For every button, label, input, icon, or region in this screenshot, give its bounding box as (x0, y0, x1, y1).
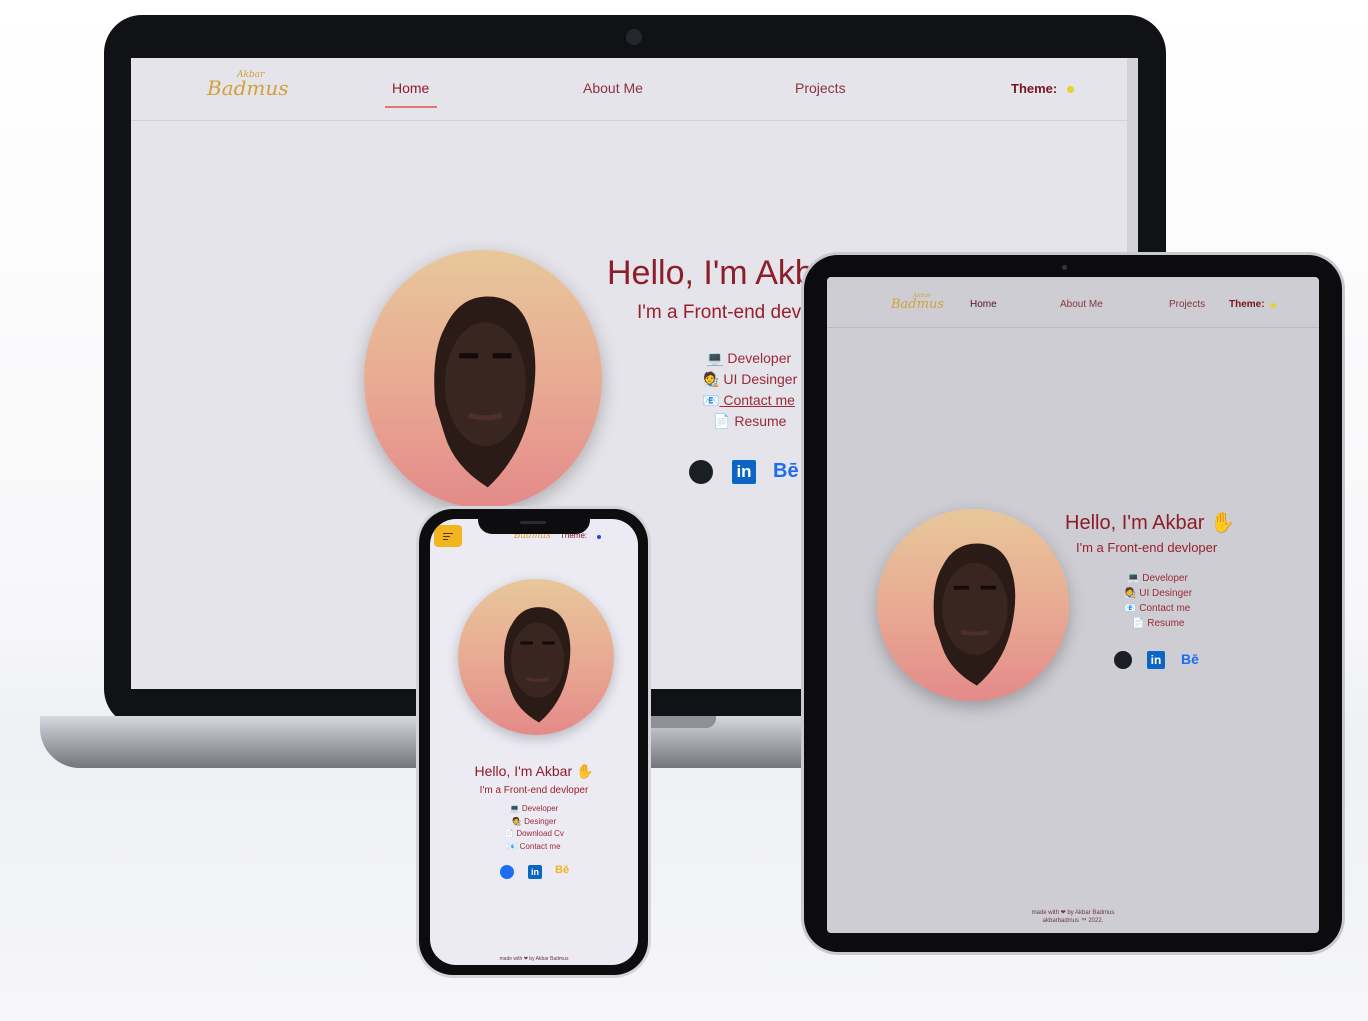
github-icon[interactable] (500, 865, 514, 879)
theme-toggle-icon[interactable] (597, 535, 601, 539)
tablet-camera (1062, 265, 1067, 270)
link-designer[interactable]: 🧑‍🎨 Desinger (430, 817, 638, 826)
link-contact[interactable]: 📧 Contact me (1124, 603, 1190, 614)
hero-subtitle: I'm a Front-end devloper (479, 785, 589, 796)
linkedin-icon[interactable]: in (732, 460, 756, 484)
link-label: Contact me (723, 392, 795, 408)
link-resume[interactable]: 📄 Resume (713, 413, 786, 430)
link-label: UI Desinger (723, 371, 798, 387)
hero-subtitle: I'm a Front-end dev (637, 302, 802, 323)
github-icon[interactable] (689, 460, 713, 484)
link-download-cv[interactable]: 📄 Download Cv (430, 829, 638, 838)
nav-about[interactable]: About Me (583, 80, 643, 96)
mail-icon: 📧 (1124, 603, 1137, 614)
link-label: Developer (521, 804, 559, 813)
phone-screen: Badmus Akbar Theme: Hello, I'm Akbar ✋ I… (430, 519, 638, 965)
linkedin-icon[interactable]: in (528, 865, 542, 879)
link-developer[interactable]: 💻 Developer (1127, 573, 1188, 584)
logo-text: Badmus (891, 297, 944, 312)
face-image (434, 296, 536, 488)
logo-small-text: Akbar (237, 70, 265, 80)
link-label: Resume (1147, 618, 1185, 629)
nav-active-underline (385, 106, 437, 108)
hero-subtitle: I'm a Front-end devloper (1076, 540, 1218, 555)
footer-credit: made with ❤ by Akbar Badmus (1031, 910, 1115, 916)
laptop-camera (626, 29, 642, 45)
greeting-text: Hello, I'm Akbar (1065, 512, 1205, 534)
mail-icon: 📧 (507, 842, 518, 851)
theme-label: Theme: (1229, 299, 1265, 310)
nav-about[interactable]: About Me (1060, 299, 1103, 310)
link-label: Contact me (519, 842, 561, 851)
face-image (504, 607, 571, 723)
link-ui-designer[interactable]: 🧑‍🎨 UI Desinger (702, 371, 797, 388)
link-label: Contact me (1139, 603, 1191, 614)
nav-home[interactable]: Home (392, 80, 429, 96)
link-developer[interactable]: 💻 Developer (706, 350, 791, 367)
theme-label: Theme: (1011, 81, 1058, 96)
menu-icon-line (443, 539, 448, 540)
laptop-icon: 💻 (706, 350, 724, 366)
link-developer[interactable]: 💻 Developer (430, 804, 638, 813)
footer-copyright: akbarbadmus ™ 2022. (1042, 918, 1104, 924)
navbar: Badmus Akbar Home About Me Projects Them… (131, 58, 1138, 121)
document-icon: 📄 (504, 829, 515, 838)
tablet-screen: Badmus Akbar Home About Me Projects Them… (827, 277, 1319, 933)
greeting-text: Hello, I'm Akbar (474, 763, 573, 779)
phone-speaker (520, 521, 546, 524)
link-contact[interactable]: 📧 Contact me (430, 842, 638, 851)
artist-icon: 🧑‍🎨 (511, 817, 522, 826)
nav-projects[interactable]: Projects (795, 80, 846, 96)
document-icon: 📄 (1132, 618, 1145, 629)
profile-portrait (458, 579, 614, 735)
nav-home[interactable]: Home (970, 299, 997, 310)
profile-portrait (364, 250, 602, 508)
link-label: Desinger (524, 817, 557, 826)
footer-credit: made with ❤ by Akbar Badmus (499, 956, 569, 962)
phone-notch (478, 514, 590, 534)
mail-icon: 📧 (702, 392, 720, 408)
document-icon: 📄 (713, 413, 731, 429)
link-ui-designer[interactable]: 🧑‍🎨 UI Desinger (1124, 588, 1192, 599)
link-label: Download Cv (516, 829, 564, 838)
link-resume[interactable]: 📄 Resume (1132, 618, 1184, 629)
hero-greeting: Hello, I'm Akb (607, 254, 814, 292)
laptop-icon: 💻 (509, 804, 520, 813)
profile-portrait (877, 509, 1069, 701)
hero-greeting: Hello, I'm Akbar ✋ (430, 763, 638, 780)
link-label: Developer (727, 350, 792, 366)
nav-projects[interactable]: Projects (1169, 299, 1205, 310)
link-label: Resume (734, 413, 787, 429)
link-contact[interactable]: 📧 Contact me (702, 392, 795, 409)
wave-icon: ✋ (576, 763, 594, 779)
site-logo[interactable]: Badmus Akbar (891, 293, 944, 312)
behance-icon[interactable]: Bē (1181, 651, 1199, 667)
menu-button[interactable] (434, 525, 462, 547)
link-label: Developer (1142, 573, 1188, 584)
laptop-icon: 💻 (1127, 573, 1140, 584)
behance-icon[interactable]: Bē (773, 460, 799, 483)
artist-icon: 🧑‍🎨 (702, 371, 720, 387)
logo-small-text: Akbar (913, 293, 931, 299)
site-logo[interactable]: Badmus Akbar (207, 70, 289, 100)
linkedin-icon[interactable]: in (1147, 651, 1165, 669)
menu-icon-line (443, 533, 453, 534)
theme-toggle-icon[interactable] (1067, 86, 1074, 93)
wave-icon: ✋ (1210, 512, 1235, 534)
theme-toggle-icon[interactable] (1271, 303, 1276, 308)
hero-greeting: Hello, I'm Akbar ✋ (1065, 510, 1235, 535)
tablet-navbar: Badmus Akbar Home About Me Projects Them… (827, 277, 1319, 328)
link-label: UI Desinger (1139, 588, 1193, 599)
github-icon[interactable] (1114, 651, 1132, 669)
behance-icon[interactable]: Bē (555, 864, 569, 876)
artist-icon: 🧑‍🎨 (1124, 588, 1137, 599)
face-image (933, 543, 1016, 686)
menu-icon-line (443, 536, 450, 537)
